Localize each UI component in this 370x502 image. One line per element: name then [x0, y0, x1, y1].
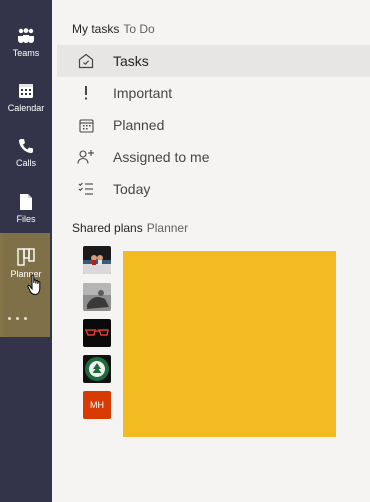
rail-item-teams[interactable]: Teams — [0, 24, 52, 78]
phone-icon — [16, 136, 36, 156]
rail-item-calls[interactable]: Calls — [0, 134, 52, 188]
dot-icon — [24, 316, 27, 320]
plan-initials: MH — [90, 400, 104, 410]
more-apps-button[interactable] — [8, 313, 38, 323]
rail-item-files[interactable]: Files — [0, 190, 52, 244]
plan-item[interactable] — [83, 319, 111, 347]
plan-item[interactable] — [83, 283, 111, 311]
my-tasks-source: To Do — [123, 22, 155, 36]
dot-icon — [8, 316, 11, 320]
nav-label: Tasks — [113, 53, 149, 69]
shared-plans-header: Shared plans Planner — [72, 221, 188, 235]
plan-thumbnail-tree-badge — [83, 355, 111, 383]
exclamation-icon — [76, 83, 96, 103]
nav-label: Planned — [113, 117, 165, 133]
plan-thumbnail-glasses — [83, 319, 111, 347]
rail-label: Files — [16, 214, 36, 224]
planner-nav-pane: My tasks To Do Tasks Important Planned As… — [52, 0, 370, 502]
nav-item-today[interactable]: Today — [57, 173, 370, 205]
nav-label: Important — [113, 85, 173, 101]
nav-item-tasks[interactable]: Tasks — [57, 45, 370, 77]
calendar-grid-icon — [76, 115, 96, 135]
nav-item-important[interactable]: Important — [57, 77, 370, 109]
calendar-icon — [16, 81, 36, 101]
teams-icon — [16, 26, 36, 46]
rail-item-calendar[interactable]: Calendar — [0, 79, 52, 133]
dot-icon — [16, 316, 19, 320]
nav-label: Assigned to me — [113, 149, 210, 165]
my-tasks-title: My tasks — [72, 22, 120, 36]
rail-label: Calls — [15, 158, 36, 168]
person-add-icon — [76, 147, 96, 167]
nav-item-planned[interactable]: Planned — [57, 109, 370, 141]
rail-label: Calendar — [7, 103, 45, 113]
shared-plans-title: Shared plans — [72, 221, 143, 235]
plan-item[interactable]: MH — [83, 391, 111, 419]
list-check-icon — [76, 179, 96, 199]
plan-thumbnail-photo — [83, 283, 111, 311]
my-tasks-header: My tasks To Do — [72, 22, 155, 36]
planner-icon — [16, 247, 36, 267]
nav-item-assigned-to-me[interactable]: Assigned to me — [57, 141, 370, 173]
nav-label: Today — [113, 181, 151, 197]
shared-plans-source: Planner — [146, 221, 189, 235]
hand-pointer-icon — [27, 274, 43, 301]
plan-item[interactable] — [83, 355, 111, 383]
plan-item[interactable] — [83, 246, 111, 274]
rail-item-planner[interactable]: Planner — [0, 245, 52, 299]
hover-card-placeholder — [123, 251, 336, 437]
home-icon — [76, 51, 96, 71]
plan-thumbnail-boxing-ring — [83, 246, 111, 274]
rail-label: Teams — [12, 48, 40, 58]
app-rail: Teams Calendar Calls Files Planner — [0, 0, 52, 502]
file-icon — [16, 192, 36, 212]
